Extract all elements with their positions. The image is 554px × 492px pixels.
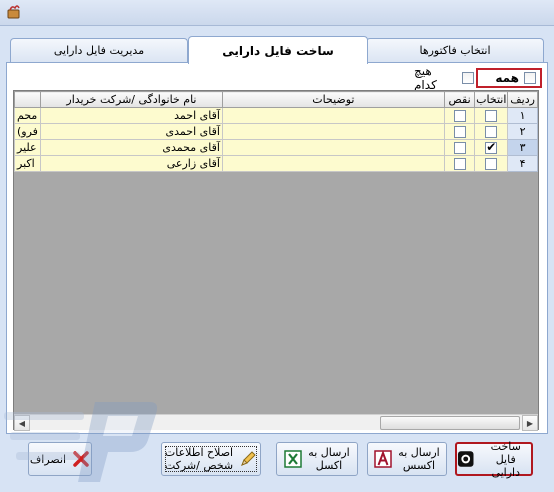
deficit-cell [443,123,476,140]
family-name-cell[interactable]: آقای زارعی [39,155,223,172]
excel-icon [284,450,303,468]
tab-build-asset-file[interactable]: ساخت فایل دارایی [188,36,368,64]
send-to-access-label: ارسال به اکسس [398,446,439,472]
send-to-access-label-line2: اکسس [402,459,436,472]
select-none-label: هیچ کدام [414,64,437,92]
description-cell[interactable] [221,107,445,124]
select-all-checkbox[interactable] [524,72,536,84]
select-none-checkbox[interactable] [462,72,474,84]
select-cell [474,139,509,156]
build-asset-file-label-line2: فایل دارایی [491,452,521,479]
scroll-right-icon[interactable]: ▶ [522,415,538,431]
select-cell [474,155,509,172]
select-checkbox[interactable] [485,110,498,122]
tab-select-invoices[interactable]: انتخاب فاکتورها [366,38,544,62]
table-row[interactable]: علیر آقای محمدی ۳ [14,139,538,156]
family-name-cell[interactable]: آقای احمد [39,107,223,124]
buyer-overflow-cell: محم [14,107,41,124]
grid-table: نام خانوادگی /شرکت خریدار توضیحات نقص ان… [14,91,538,172]
description-cell[interactable] [221,139,445,156]
select-none-option[interactable]: هیچ کدام [414,64,474,92]
buyer-overflow-cell: اکبر [14,155,41,172]
table-row[interactable]: اکبر آقای زارعی ۴ [14,155,538,172]
select-all-option[interactable]: همه [476,68,542,88]
buyer-overflow-cell: علیر [14,139,41,156]
col-deficit-header[interactable]: نقص [443,91,476,108]
build-asset-file-button[interactable]: ساخت فایل دارایی [455,440,533,479]
send-to-access-label-line1: ارسال به [398,446,440,459]
app-icon[interactable] [6,4,22,20]
invoice-grid[interactable]: نام خانوادگی /شرکت خریدار توضیحات نقص ان… [13,90,539,430]
row-number-cell[interactable]: ۳ [507,139,538,156]
send-to-excel-button[interactable]: ارسال به اکسل [276,442,358,476]
title-bar [0,0,554,26]
col-family-name-header[interactable]: نام خانوادگی /شرکت خریدار [39,91,223,108]
deficit-checkbox[interactable] [453,110,466,122]
buyer-overflow-cell: (فرو [14,123,41,140]
close-icon [73,451,89,467]
select-checkbox[interactable] [485,141,498,154]
send-to-excel-label: ارسال به اکسل [308,446,349,472]
fix-info-label-line1: اصلاح اطلاعات [164,446,234,459]
col-row-header[interactable]: ردیف [507,91,538,108]
table-row[interactable]: محم آقای احمد ۱ [14,107,538,124]
col-select-header[interactable]: انتخاب [474,91,509,108]
build-file-icon [457,451,474,467]
access-icon [374,450,393,468]
row-number-cell[interactable]: ۱ [507,107,538,124]
deficit-checkbox[interactable] [453,126,466,138]
deficit-cell [443,139,476,156]
deficit-cell [443,107,476,124]
scrollbar-thumb[interactable] [380,416,520,430]
fix-info-button[interactable]: اصلاح اطلاعات شخص /شرکت [161,442,261,476]
select-checkbox[interactable] [485,158,498,170]
scroll-left-icon[interactable]: ◀ [14,415,30,431]
description-cell[interactable] [221,155,445,172]
deficit-checkbox[interactable] [453,142,466,154]
select-cell [474,107,509,124]
deficit-checkbox[interactable] [453,158,466,170]
tab-manage-asset-file[interactable]: مدیریت فایل دارایی [10,38,188,62]
row-number-cell[interactable]: ۲ [507,123,538,140]
col-description-header[interactable]: توضیحات [221,91,445,108]
select-cell [474,123,509,140]
cancel-label: انصراف [29,452,67,466]
family-name-cell[interactable]: آقای محمدی [39,139,223,156]
horizontal-scrollbar[interactable]: ◀ ▶ [14,414,538,431]
send-to-access-button[interactable]: ارسال به اکسس [367,442,447,476]
family-name-cell[interactable]: آقای احمدی [39,123,223,140]
cancel-button[interactable]: انصراف [28,442,92,476]
fix-info-label: اصلاح اطلاعات شخص /شرکت [165,446,233,472]
table-row[interactable]: (فرو آقای احمدی ۲ [14,123,538,140]
pencil-icon [241,451,256,466]
fix-info-label-line2: شخص /شرکت [164,459,234,472]
select-all-label: همه [495,71,519,85]
row-number-cell[interactable]: ۴ [507,155,538,172]
col-overflow-header [14,91,41,108]
send-to-excel-label-line1: ارسال به [308,446,350,459]
deficit-cell [443,155,476,172]
description-cell[interactable] [221,123,445,140]
build-asset-file-label-line1: ساخت [490,439,521,453]
build-asset-file-label: ساخت فایل دارایی [480,440,531,479]
select-checkbox[interactable] [485,126,498,138]
send-to-excel-label-line2: اکسل [315,459,343,472]
